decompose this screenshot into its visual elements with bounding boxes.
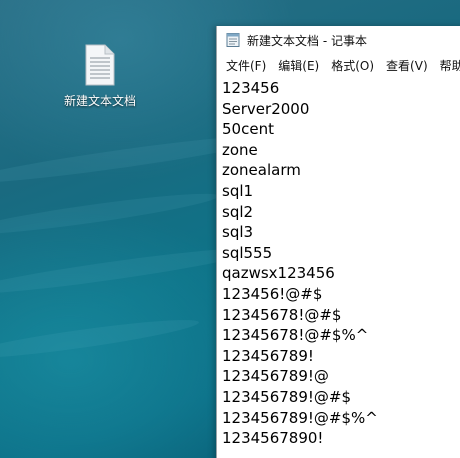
desktop-file-shortcut[interactable]: 新建文本文档 (58, 44, 142, 109)
text-file-icon (85, 44, 115, 86)
text-line: 123456789!@ (222, 367, 329, 386)
notepad-icon (225, 32, 241, 48)
text-line: sql555 (222, 243, 273, 262)
text-line: 1234567890! (222, 429, 324, 448)
text-line: Server2000 (222, 99, 310, 118)
text-line: 12345678!@#$%^ (222, 326, 369, 345)
desktop-icon-label: 新建文本文档 (63, 94, 136, 108)
text-editor-area[interactable]: 123456 Server2000 50cent zone zonealarm … (217, 76, 460, 449)
text-line: sql3 (222, 223, 254, 242)
menu-view[interactable]: 查看(V) (381, 55, 435, 76)
text-line: 123456789!@#$%^ (222, 408, 378, 427)
title-bar[interactable]: 新建文本文档 - 记事本 (217, 26, 460, 54)
menu-help[interactable]: 帮助 (435, 55, 460, 76)
text-line: 123456!@#$ (222, 284, 323, 303)
window-title: 新建文本文档 - 记事本 (247, 33, 367, 48)
text-line: 123456789!@#$ (222, 387, 352, 406)
menu-bar: 文件(F) 编辑(E) 格式(O) 查看(V) 帮助 (217, 54, 460, 76)
text-line: zonealarm (222, 161, 301, 180)
menu-format[interactable]: 格式(O) (326, 55, 381, 76)
text-line: 50cent (222, 120, 274, 139)
text-line: zone (222, 140, 258, 159)
menu-file[interactable]: 文件(F) (221, 55, 273, 76)
text-line: 123456789! (222, 346, 314, 365)
text-line: 12345678!@#$ (222, 305, 342, 324)
text-line: sql2 (222, 202, 254, 221)
text-line: qazwsx123456 (222, 264, 335, 283)
text-line: sql1 (222, 181, 254, 200)
text-line: 123456 (222, 79, 280, 97)
notepad-window[interactable]: 新建文本文档 - 记事本 文件(F) 编辑(E) 格式(O) 查看(V) 帮助 … (216, 26, 460, 458)
menu-edit[interactable]: 编辑(E) (273, 55, 326, 76)
